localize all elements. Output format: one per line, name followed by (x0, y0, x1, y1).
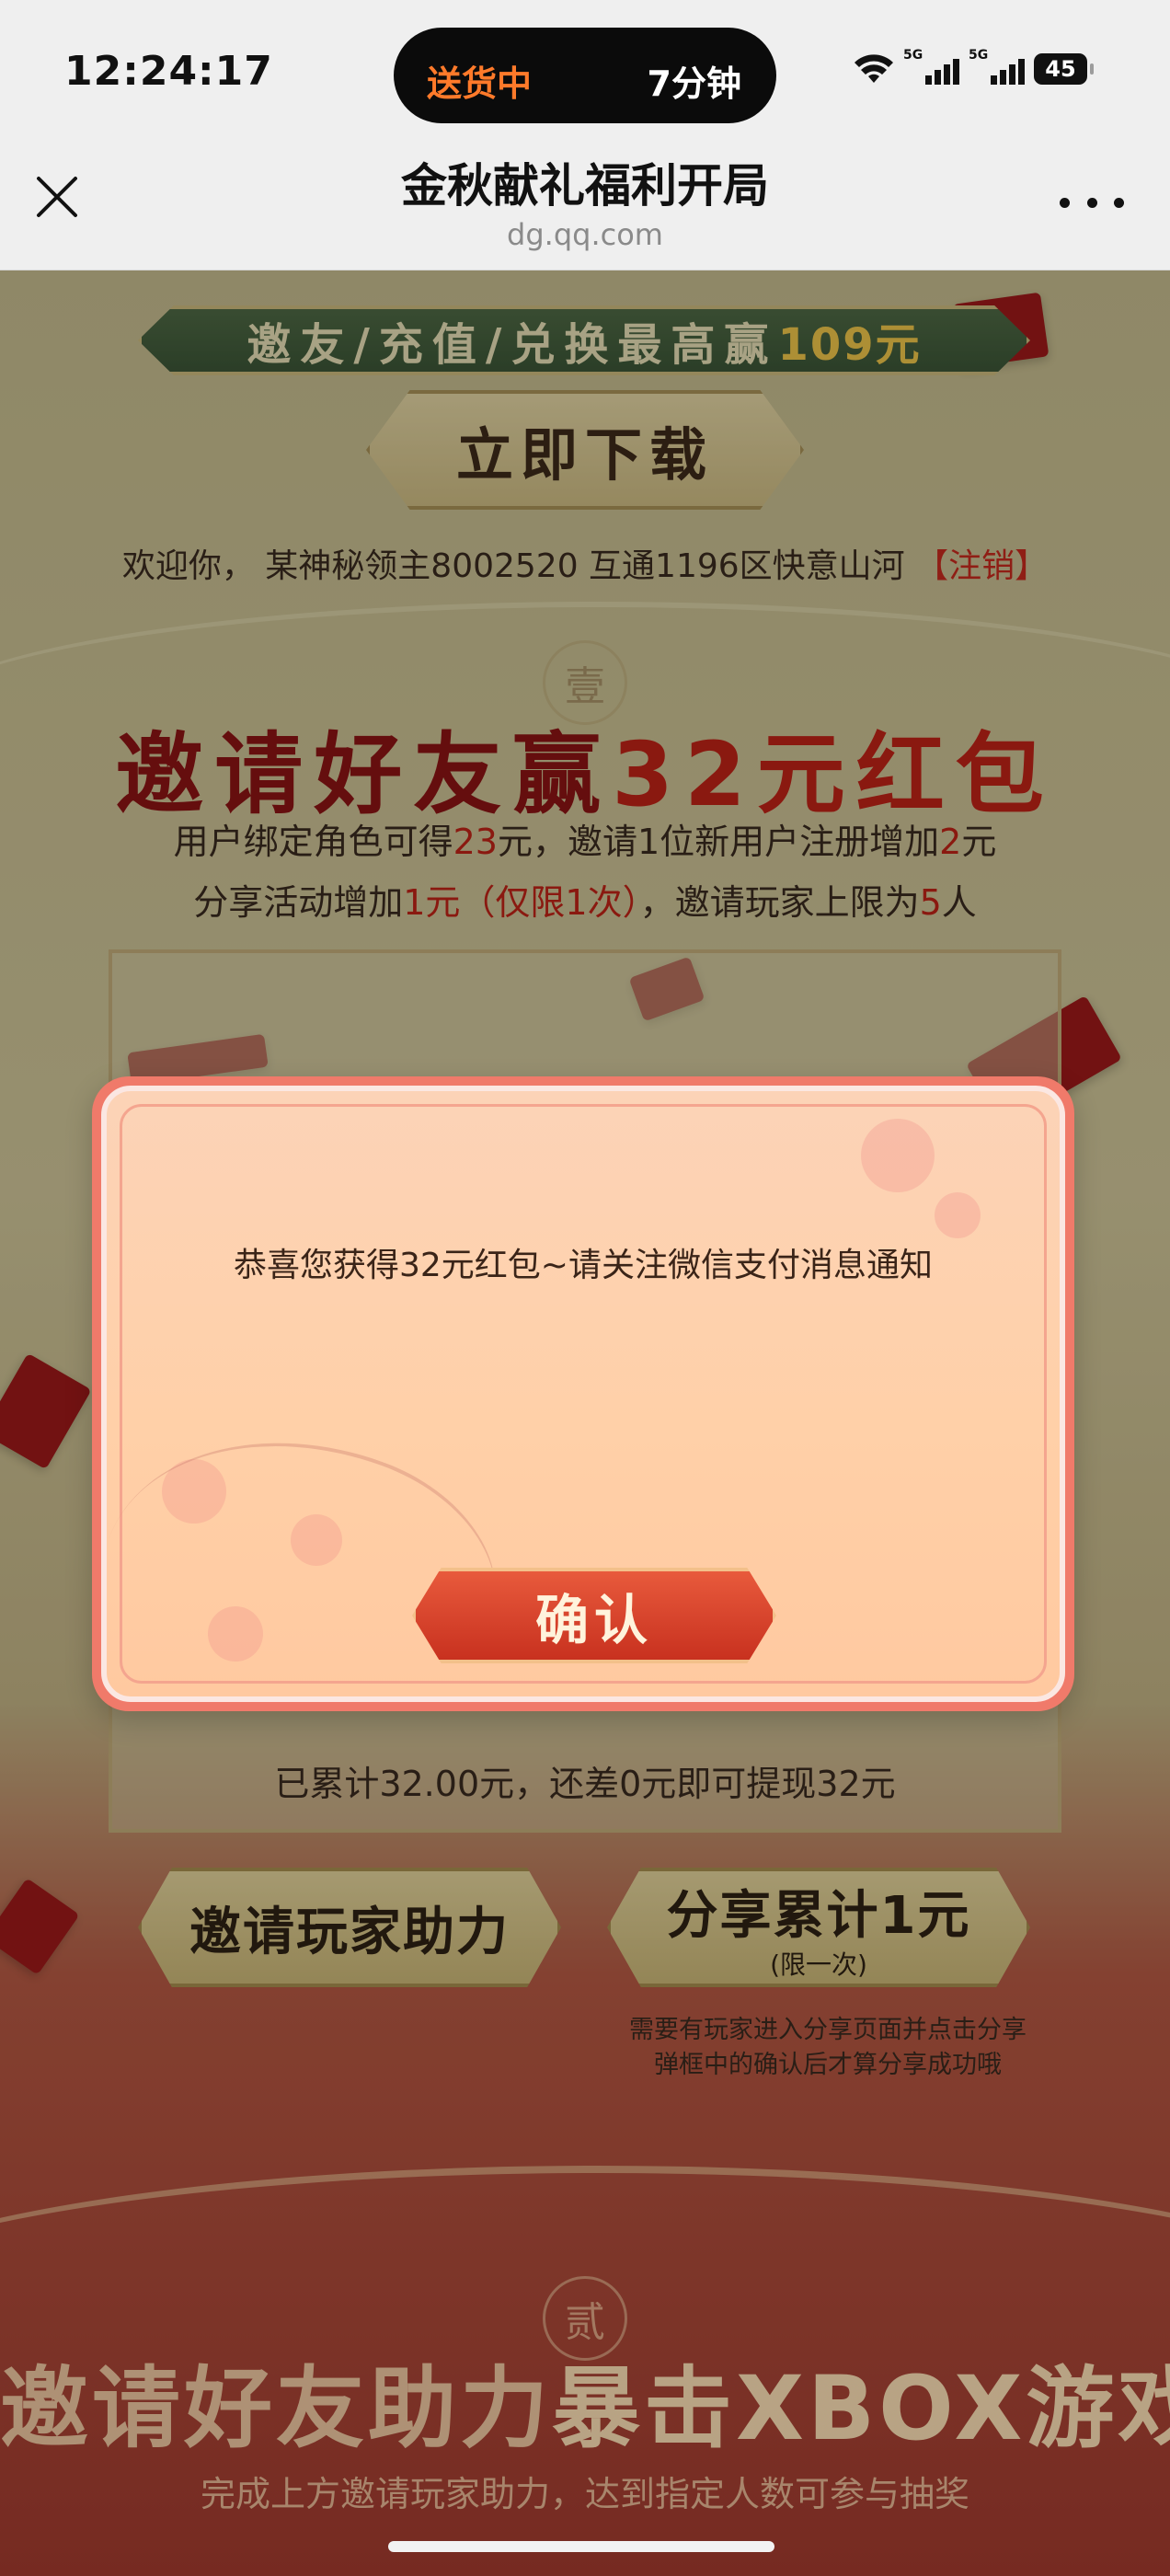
dynamic-island-delivery[interactable]: 送货中 7分钟 (394, 28, 776, 123)
plum-blossom-decor (861, 1119, 935, 1192)
delivery-eta: 7分钟 (647, 63, 741, 104)
reward-dialog: 恭喜您获得32元红包~请关注微信支付消息通知 确认 (92, 1076, 1074, 1711)
confirm-button[interactable]: 确认 (412, 1568, 776, 1663)
cellular-signal-icon: 5G (903, 48, 959, 85)
home-indicator[interactable] (388, 2541, 774, 2552)
battery-icon: 45 (1034, 53, 1094, 85)
plum-blossom-decor (935, 1192, 981, 1238)
more-options-icon[interactable] (1060, 193, 1124, 212)
delivery-status: 送货中 (427, 63, 533, 104)
page-title: 金秋献礼福利开局 (401, 159, 769, 213)
cellular-signal-2-icon: 5G (969, 48, 1025, 85)
wifi-icon (854, 53, 894, 85)
status-bar: 12:24:17 送货中 7分钟 5G 5G 45 (0, 0, 1170, 140)
webview-nav-bar: 金秋献礼福利开局 dg.qq.com (0, 140, 1170, 270)
status-time: 12:24:17 (64, 48, 273, 95)
page-url: dg.qq.com (507, 217, 663, 252)
dialog-message: 恭喜您获得32元红包~请关注微信支付消息通知 (234, 1247, 933, 1284)
status-icons: 5G 5G 45 (854, 48, 1094, 85)
